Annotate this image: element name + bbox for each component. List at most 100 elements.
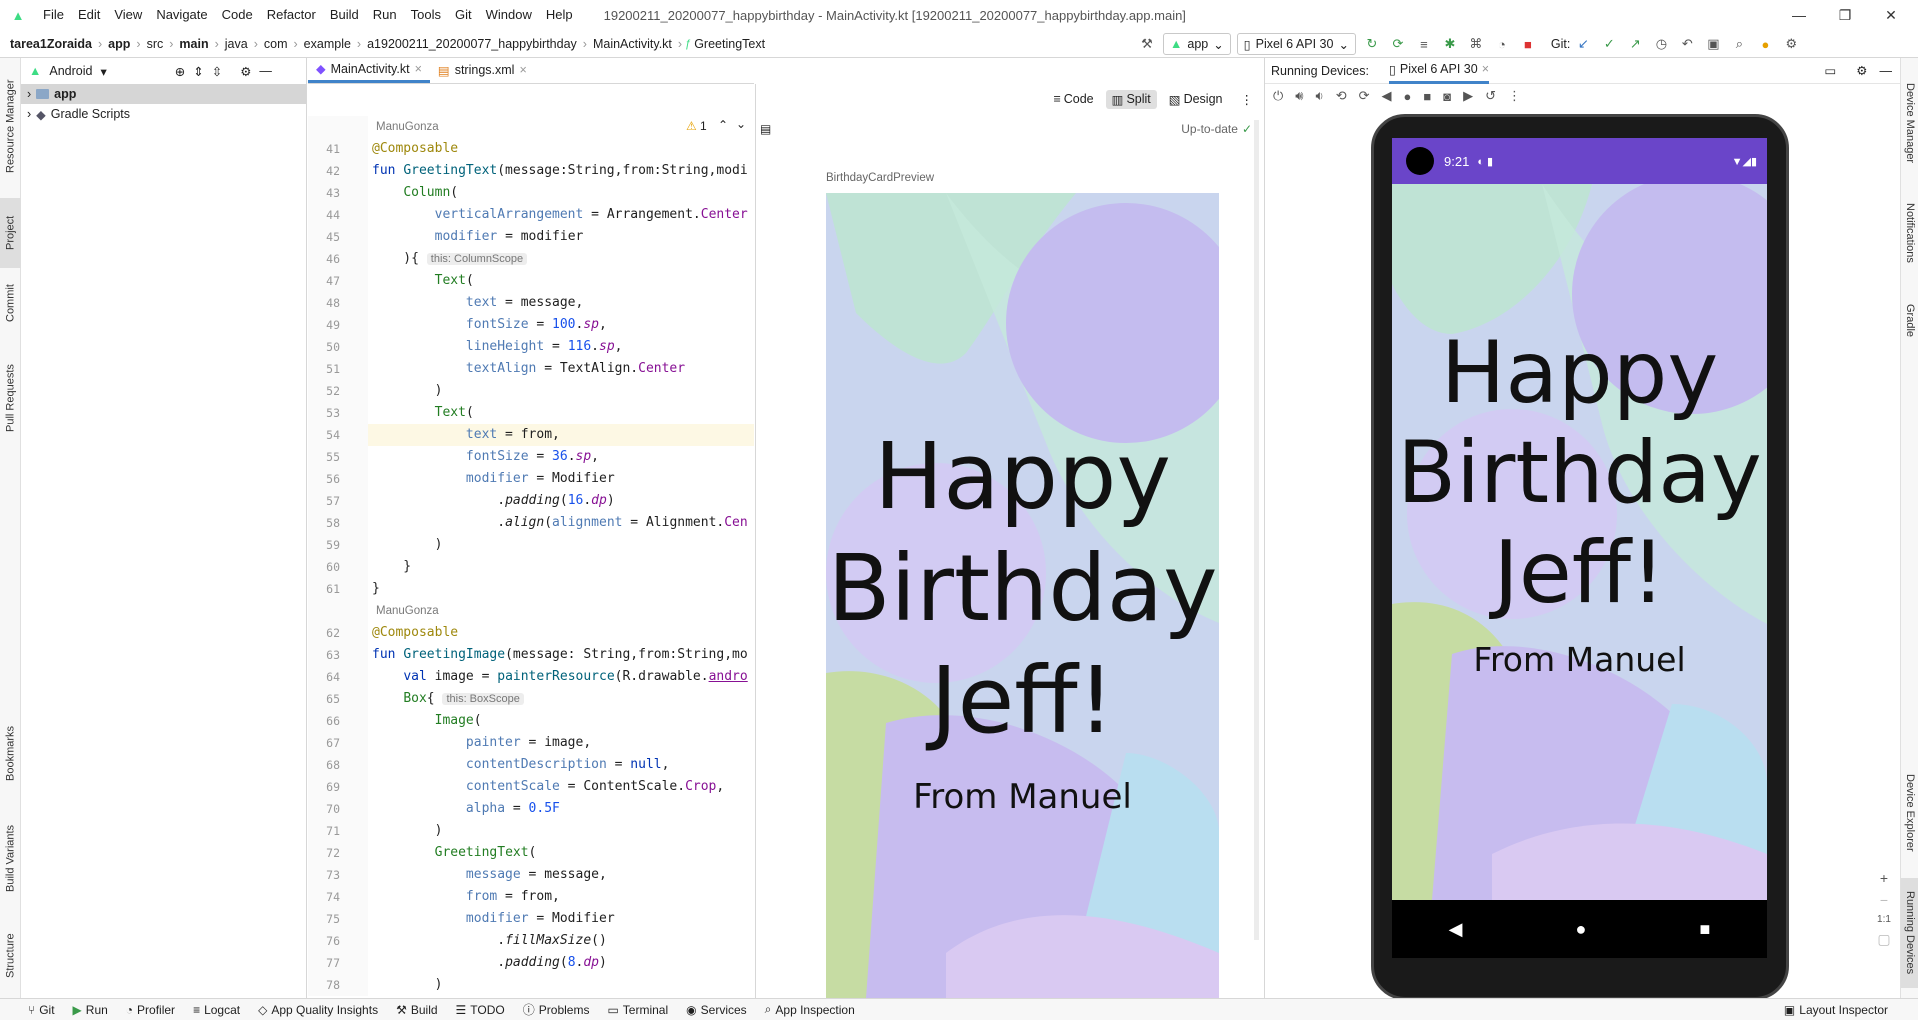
menu-refactor[interactable]: Refactor: [260, 0, 323, 30]
gear-icon[interactable]: ⚙: [1856, 63, 1867, 78]
tool-problems[interactable]: ⓘ Problems: [514, 1001, 599, 1018]
tool-app-quality-insights[interactable]: ◇ App Quality Insights: [249, 1003, 387, 1017]
tab-device[interactable]: ▯ Pixel 6 API 30 ×: [1388, 58, 1489, 84]
tab-build-variants[interactable]: Build Variants: [0, 808, 21, 908]
settings-icon[interactable]: ⚙: [1780, 33, 1802, 55]
locate-icon[interactable]: ⊕: [175, 64, 185, 79]
tab-pull-requests[interactable]: Pull Requests: [0, 348, 21, 448]
expand-all-icon[interactable]: ⇕: [193, 64, 203, 79]
menu-git[interactable]: Git: [448, 0, 479, 30]
reset-icon[interactable]: ↺: [1485, 88, 1496, 104]
tool-todo[interactable]: ☰ TODO: [447, 1003, 514, 1017]
home-icon[interactable]: ●: [1404, 89, 1412, 104]
volume-up-icon[interactable]: 🔊︎: [1295, 88, 1303, 104]
breadcrumb-function[interactable]: GreetingText: [691, 37, 768, 51]
record-icon[interactable]: ▶: [1463, 88, 1473, 104]
close-tab-icon[interactable]: ×: [519, 63, 526, 77]
tab-bookmarks[interactable]: Bookmarks: [0, 713, 21, 793]
collapse-all-icon[interactable]: ⇳: [212, 64, 222, 79]
tool-git[interactable]: ⑂ Git: [0, 1003, 64, 1017]
tool-terminal[interactable]: ▭ Terminal: [598, 1003, 677, 1017]
git-push-icon[interactable]: ↗: [1624, 33, 1646, 55]
mode-split-button[interactable]: ▥ Split: [1105, 89, 1157, 109]
breadcrumb-project[interactable]: tarea1Zoraida: [0, 37, 95, 51]
menu-run[interactable]: Run: [366, 0, 404, 30]
phone-screen[interactable]: 9:21 ◐ ▮ ▼◢▮ Happy Birthday Jeff! From M…: [1392, 138, 1767, 958]
menu-file[interactable]: File: [36, 0, 71, 30]
camera-icon[interactable]: ◙: [1443, 89, 1451, 104]
zoom-actual-size[interactable]: 1:1: [1877, 914, 1891, 925]
nav-recents-icon[interactable]: ■: [1700, 919, 1711, 940]
tab-strings-xml[interactable]: ▤ strings.xml ×: [430, 57, 535, 83]
hammer-icon[interactable]: ⚒: [1136, 33, 1158, 55]
close-tab-icon[interactable]: ×: [1482, 62, 1489, 76]
nav-home-icon[interactable]: ●: [1576, 919, 1587, 940]
tree-item-app[interactable]: › app: [21, 84, 306, 104]
preview-scrollbar[interactable]: [1254, 120, 1259, 940]
menu-window[interactable]: Window: [479, 0, 539, 30]
zoom-in-icon[interactable]: +: [1880, 870, 1888, 886]
maximize-icon[interactable]: ❐: [1822, 0, 1868, 30]
menu-navigate[interactable]: Navigate: [149, 0, 214, 30]
hide-icon[interactable]: —: [1880, 64, 1893, 78]
volume-down-icon[interactable]: 🔉︎: [1316, 88, 1324, 104]
chevron-right-icon[interactable]: ›: [27, 107, 31, 121]
git-update-icon[interactable]: ↙: [1572, 33, 1594, 55]
nav-back-icon[interactable]: ◀: [1449, 919, 1463, 940]
power-icon[interactable]: ⏻: [1273, 88, 1283, 104]
menu-edit[interactable]: Edit: [71, 0, 107, 30]
mode-code-button[interactable]: ≡ Code: [1047, 90, 1099, 108]
breadcrumb-file[interactable]: MainActivity.kt: [590, 37, 675, 51]
history-icon[interactable]: ◷: [1650, 33, 1672, 55]
project-view-select[interactable]: Android: [49, 64, 92, 78]
device-mirror-icon[interactable]: ▣: [1702, 33, 1724, 55]
tool-app-inspection[interactable]: ⌕ App Inspection: [756, 1002, 864, 1017]
profile-icon[interactable]: ◔: [1491, 33, 1513, 55]
chevron-right-icon[interactable]: ›: [27, 87, 31, 101]
git-commit-icon[interactable]: ✓: [1598, 33, 1620, 55]
coverage-icon[interactable]: ≡: [1413, 33, 1435, 55]
device-select[interactable]: ▯ Pixel 6 API 30 ⌄: [1236, 33, 1356, 55]
tab-device-manager[interactable]: Device Manager: [1901, 68, 1918, 178]
tab-structure[interactable]: Structure: [0, 918, 21, 993]
overview-icon[interactable]: ■: [1423, 89, 1431, 104]
tree-item-gradle-scripts[interactable]: › ◆ Gradle Scripts: [21, 104, 306, 124]
tab-notifications[interactable]: Notifications: [1901, 188, 1918, 278]
run-config-select[interactable]: ▲ app ⌄: [1163, 33, 1231, 55]
breadcrumb-example[interactable]: example: [301, 37, 354, 51]
tab-project[interactable]: Project: [0, 198, 21, 268]
code-editor[interactable]: @Composable fun GreetingText(message:Str…: [368, 116, 754, 996]
mode-design-button[interactable]: ▧ Design: [1163, 90, 1229, 109]
back-icon[interactable]: ◀: [1382, 88, 1392, 104]
menu-code[interactable]: Code: [215, 0, 260, 30]
menu-help[interactable]: Help: [539, 0, 580, 30]
close-icon[interactable]: ✕: [1868, 0, 1914, 30]
update-icon[interactable]: ●: [1754, 33, 1776, 55]
breadcrumb-main[interactable]: main: [176, 37, 211, 51]
attach-debugger-icon[interactable]: ⌘: [1465, 33, 1487, 55]
zoom-out-icon[interactable]: −: [1880, 892, 1888, 908]
rerun-icon[interactable]: ↻: [1361, 33, 1383, 55]
tool-profiler[interactable]: ◔ Profiler: [117, 1003, 184, 1017]
tool-logcat[interactable]: ≡ Logcat: [184, 1003, 249, 1017]
zoom-fit-icon[interactable]: ▢: [1877, 931, 1890, 948]
menu-tools[interactable]: Tools: [404, 0, 448, 30]
apply-changes-icon[interactable]: ⟳: [1387, 33, 1409, 55]
tab-device-explorer[interactable]: Device Explorer: [1901, 763, 1918, 863]
close-tab-icon[interactable]: ×: [415, 62, 422, 76]
tab-gradle[interactable]: Gradle: [1901, 293, 1918, 348]
more-options-icon[interactable]: ⋮: [1508, 88, 1521, 104]
window-layout-icon[interactable]: ▭: [1824, 63, 1836, 78]
tool-layout-inspector[interactable]: ▣ Layout Inspector: [1775, 1003, 1918, 1017]
more-options-icon[interactable]: ⋮: [1241, 92, 1254, 107]
debug-icon[interactable]: ✱: [1439, 33, 1461, 55]
breadcrumb-app[interactable]: app: [105, 37, 133, 51]
search-icon[interactable]: ⌕: [1728, 33, 1750, 55]
rotate-right-icon[interactable]: ⟳: [1359, 88, 1370, 104]
gear-icon[interactable]: ⚙: [240, 64, 251, 79]
tool-services[interactable]: ◉ Services: [677, 1003, 756, 1017]
tab-commit[interactable]: Commit: [0, 273, 21, 333]
breadcrumb-src[interactable]: src: [144, 37, 167, 51]
minimize-icon[interactable]: —: [1776, 0, 1822, 30]
menu-view[interactable]: View: [107, 0, 149, 30]
